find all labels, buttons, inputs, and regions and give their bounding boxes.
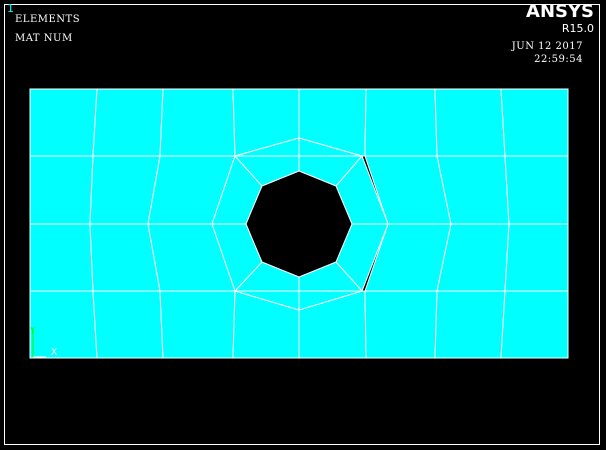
mesh-element [504,223,569,292]
mesh-element [500,88,569,157]
mesh-element [92,290,164,359]
mesh-element [29,223,94,292]
mesh-element [159,290,236,359]
element-plot[interactable]: Y X [0,0,606,450]
mesh-element [500,290,569,359]
mesh-element [434,88,506,157]
mesh-element [29,290,98,359]
circular-hole [245,170,353,278]
triad-x-label: X [51,347,57,358]
triad-y-label: Y [30,326,35,335]
mesh-element [504,155,569,225]
mesh-element [434,290,506,359]
mesh-element [364,88,438,157]
graphics-viewport[interactable]: 1 ELEMENTS MAT NUM ANSYS R15.0 JUN 12 20… [0,0,606,450]
mesh-element [159,88,236,157]
mesh-element [29,88,98,157]
mesh-element [29,155,94,225]
mesh-element [364,290,438,359]
mesh-element [92,88,164,157]
